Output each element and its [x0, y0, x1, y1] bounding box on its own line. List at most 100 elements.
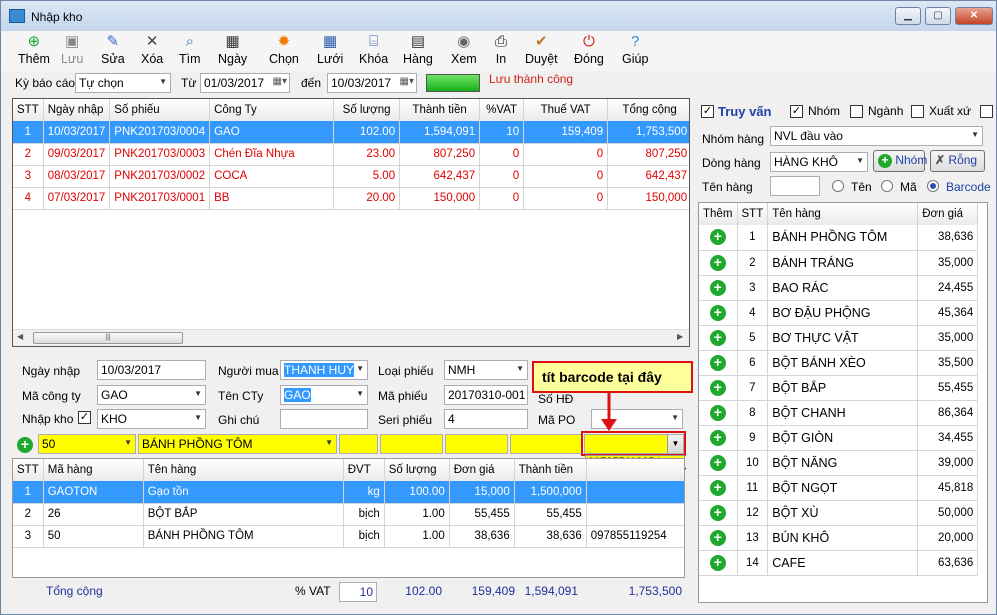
kho-select[interactable]: KHO: [97, 409, 206, 429]
product-add-cell[interactable]: +: [699, 250, 738, 276]
toolbar-6-button[interactable]: ✹ Chọn: [269, 33, 299, 66]
product-add-cell[interactable]: +: [699, 225, 738, 251]
add-product-icon[interactable]: +: [709, 479, 726, 496]
from-date-picker[interactable]: 01/03/2017: [200, 73, 290, 93]
nhom-checkbox[interactable]: ✓: [790, 105, 803, 118]
ma-radio[interactable]: [881, 180, 893, 192]
product-row[interactable]: +12 BỘT XÙ 50,000: [699, 500, 979, 526]
to-date-picker[interactable]: 10/03/2017: [327, 73, 417, 93]
vat-field[interactable]: 10: [339, 582, 377, 602]
add-product-icon[interactable]: +: [709, 429, 726, 446]
product-row[interactable]: +7 BỘT BẮP 55,455: [699, 375, 979, 401]
detail-col-header[interactable]: [586, 459, 684, 481]
product-row[interactable]: +10 BỘT NĂNG 39,000: [699, 450, 979, 476]
product-add-cell[interactable]: +: [699, 375, 738, 401]
product-row[interactable]: +9 BỘT GIÒN 34,455: [699, 425, 979, 451]
toolbar-2-button[interactable]: ✎ Sửa: [101, 33, 125, 66]
add-product-icon[interactable]: +: [709, 404, 726, 421]
master-row[interactable]: 4 07/03/2017 PNK201703/0001 BB 20.00 150,000 0…: [13, 187, 689, 210]
loai-phieu-select[interactable]: NMH: [444, 360, 528, 380]
ma-cty-select[interactable]: GAO: [97, 385, 206, 405]
period-select[interactable]: Tự chọn: [75, 73, 171, 93]
scroll-left-icon[interactable]: ◀: [17, 332, 23, 341]
product-row[interactable]: +4 BƠ ĐẬU PHỘNG 45,364: [699, 300, 979, 326]
toolbar-4-button[interactable]: ⌕ Tìm: [179, 33, 201, 66]
add-product-icon[interactable]: +: [709, 529, 726, 546]
add-line-icon[interactable]: +: [17, 437, 33, 453]
toolbar-9-button[interactable]: ▤ Hàng: [403, 33, 433, 66]
add-product-icon[interactable]: +: [709, 229, 726, 246]
master-row[interactable]: 1 10/03/2017 PNK201703/0004 GAO 102.00 1,594,…: [13, 121, 689, 144]
rong-button[interactable]: ✗ Rỗng: [930, 150, 985, 172]
master-col-header[interactable]: Tổng cộng: [607, 99, 689, 121]
nhom-hang-select[interactable]: NVL đầu vào: [770, 126, 983, 146]
product-add-cell[interactable]: +: [699, 275, 738, 301]
master-col-header[interactable]: Số lượng: [333, 99, 401, 121]
master-col-header[interactable]: Thuế VAT: [523, 99, 609, 121]
master-col-header[interactable]: Ngày nhập: [43, 99, 111, 121]
product-row[interactable]: +3 BAO RÁC 24,455: [699, 275, 979, 301]
toolbar-14-button[interactable]: ? Giúp: [622, 33, 648, 66]
product-add-cell[interactable]: +: [699, 400, 738, 426]
master-row[interactable]: 2 09/03/2017 PNK201703/0003 Chén Đĩa Nhựa 23…: [13, 143, 689, 166]
ten-radio[interactable]: [832, 180, 844, 192]
product-row[interactable]: +6 BỘT BÁNH XÈO 35,500: [699, 350, 979, 376]
seri-field[interactable]: 4: [444, 409, 528, 429]
detail-col-header[interactable]: Mã hàng: [43, 459, 144, 481]
ten-hang-select[interactable]: BÁNH PHỒNG TÔM: [138, 434, 337, 454]
add-product-icon[interactable]: +: [709, 554, 726, 571]
truy-van-checkbox[interactable]: ✓: [701, 105, 714, 118]
close-button[interactable]: ✕: [955, 7, 993, 25]
master-col-header[interactable]: Thành tiền: [399, 99, 481, 121]
master-grid[interactable]: STT Ngày nhập Số phiếu Công Ty Số lượng Thành…: [12, 98, 690, 347]
ten-cty-select[interactable]: GAO: [280, 385, 368, 405]
product-row[interactable]: +1 BÁNH PHỒNG TÔM 38,636: [699, 225, 979, 251]
so-luong-field[interactable]: [380, 434, 443, 454]
product-add-cell[interactable]: +: [699, 500, 738, 526]
product-col-header[interactable]: Tên hàng: [767, 203, 919, 225]
nguoi-mua-select[interactable]: THANH HUY: [280, 360, 368, 380]
master-col-header[interactable]: STT: [13, 99, 44, 121]
detail-col-header[interactable]: Thành tiền: [514, 459, 587, 481]
toolbar-7-button[interactable]: ▦ Lưới: [317, 33, 343, 66]
product-add-cell[interactable]: +: [699, 550, 738, 576]
product-row[interactable]: +11 BỘT NGỌT 45,818: [699, 475, 979, 501]
master-col-header[interactable]: Số phiếu: [109, 99, 211, 121]
master-hscrollbar[interactable]: ◀ ||| ▶: [13, 329, 689, 346]
maximize-button[interactable]: ▢: [925, 7, 951, 25]
ghi-chu-field[interactable]: [280, 409, 368, 429]
scroll-thumb[interactable]: |||: [33, 332, 183, 344]
product-add-cell[interactable]: +: [699, 450, 738, 476]
detail-grid[interactable]: STT Mã hàng Tên hàng ĐVT Số lượng Đơn giá Thàn…: [12, 458, 685, 578]
product-add-cell[interactable]: +: [699, 350, 738, 376]
detail-col-header[interactable]: Đơn giá: [449, 459, 515, 481]
toolbar-12-button[interactable]: ✔ Duyệt: [525, 33, 558, 66]
detail-col-header[interactable]: ĐVT: [343, 459, 385, 481]
toolbar-11-button[interactable]: ⎙ In: [492, 33, 510, 66]
detail-row[interactable]: 3 50 BÁNH PHỒNG TÔM bịch 1.00 38,636 38,636 097…: [13, 525, 684, 548]
nhom-button[interactable]: + Nhóm: [873, 150, 927, 172]
minimize-button[interactable]: ▁: [895, 7, 921, 25]
master-row[interactable]: 3 08/03/2017 PNK201703/0002 COCA 5.00 642,437…: [13, 165, 689, 188]
dong-hang-select[interactable]: HÀNG KHÔ: [770, 152, 868, 172]
product-row[interactable]: +14 CAFE 63,636: [699, 550, 979, 576]
toolbar-10-button[interactable]: ◉ Xem: [451, 33, 477, 66]
toolbar-5-button[interactable]: ▦ Ngày: [218, 33, 247, 66]
add-product-icon[interactable]: +: [709, 504, 726, 521]
dvt-field[interactable]: [339, 434, 378, 454]
ma-hang-select[interactable]: 50: [38, 434, 136, 454]
toolbar-13-button[interactable]: ⏻ Đóng: [574, 33, 604, 66]
master-col-header[interactable]: Công Ty: [209, 99, 335, 121]
ten-hang-search-input[interactable]: [770, 176, 820, 196]
detail-row[interactable]: 2 26 BỘT BẮP bịch 1.00 55,455 55,455: [13, 503, 684, 526]
toolbar-1-button[interactable]: ▣ Lưu: [61, 33, 83, 66]
add-product-icon[interactable]: +: [709, 454, 726, 471]
add-product-icon[interactable]: +: [709, 354, 726, 371]
extra-checkbox[interactable]: [980, 105, 993, 118]
nhap-kho-checkbox[interactable]: ✓: [78, 411, 91, 424]
product-grid[interactable]: Thêm STT Tên hàng Đơn giá +1 BÁNH PHỒNG TÔM 38…: [698, 202, 988, 603]
add-product-icon[interactable]: +: [709, 304, 726, 321]
add-product-icon[interactable]: +: [709, 329, 726, 346]
add-product-icon[interactable]: +: [709, 379, 726, 396]
product-row[interactable]: +2 BÁNH TRÁNG 35,000: [699, 250, 979, 276]
